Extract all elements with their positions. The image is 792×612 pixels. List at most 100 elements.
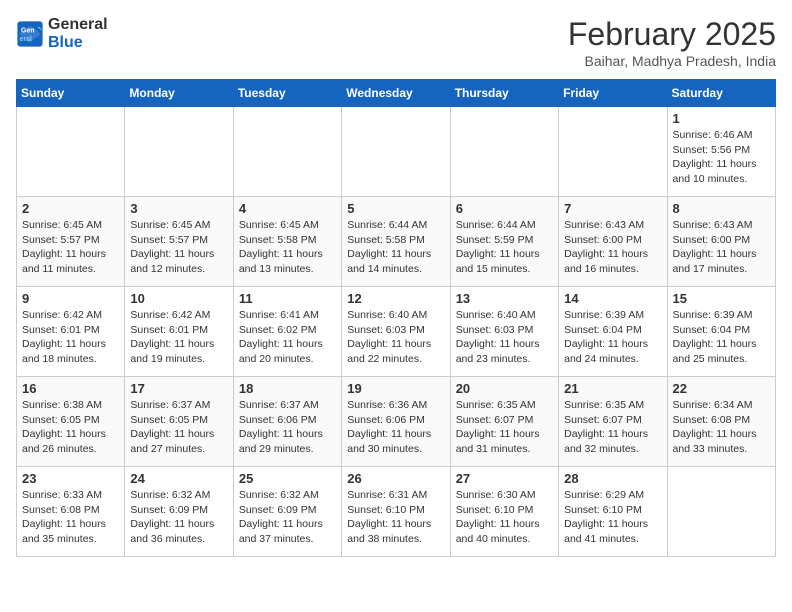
day-number: 17: [130, 381, 227, 396]
weekday-header-friday: Friday: [559, 80, 667, 107]
calendar-cell: 20 Sunrise: 6:35 AM Sunset: 6:07 PM Dayli…: [450, 377, 558, 467]
calendar-cell: 23 Sunrise: 6:33 AM Sunset: 6:08 PM Dayli…: [17, 467, 125, 557]
logo-blue: Blue: [48, 34, 108, 52]
day-info: Sunrise: 6:45 AM Sunset: 5:58 PM Dayligh…: [239, 218, 336, 277]
day-info: Sunrise: 6:41 AM Sunset: 6:02 PM Dayligh…: [239, 308, 336, 367]
calendar-week-5: 23 Sunrise: 6:33 AM Sunset: 6:08 PM Dayli…: [17, 467, 776, 557]
calendar-cell: 12 Sunrise: 6:40 AM Sunset: 6:03 PM Dayli…: [342, 287, 450, 377]
calendar-cell: 16 Sunrise: 6:38 AM Sunset: 6:05 PM Dayli…: [17, 377, 125, 467]
calendar-cell: 4Sunrise: 6:45 AM Sunset: 5:58 PM Daylig…: [233, 197, 341, 287]
calendar-cell: 25Sunrise: 6:32 AM Sunset: 6:09 PM Dayli…: [233, 467, 341, 557]
day-number: 1: [673, 111, 770, 126]
day-info: Sunrise: 6:35 AM Sunset: 6:07 PM Dayligh…: [564, 398, 661, 457]
svg-text:eral: eral: [20, 36, 33, 43]
day-number: 12: [347, 291, 444, 306]
day-info: Sunrise: 6:44 AM Sunset: 5:59 PM Dayligh…: [456, 218, 553, 277]
day-number: 14: [564, 291, 661, 306]
day-number: 18: [239, 381, 336, 396]
calendar-cell: 15Sunrise: 6:39 AM Sunset: 6:04 PM Dayli…: [667, 287, 775, 377]
day-info: Sunrise: 6:36 AM Sunset: 6:06 PM Dayligh…: [347, 398, 444, 457]
calendar-cell: 8 Sunrise: 6:43 AM Sunset: 6:00 PM Daylig…: [667, 197, 775, 287]
day-number: 27: [456, 471, 553, 486]
day-number: 6: [456, 201, 553, 216]
calendar-cell: 10 Sunrise: 6:42 AM Sunset: 6:01 PM Dayli…: [125, 287, 233, 377]
logo-general: General: [48, 16, 108, 34]
weekday-header-wednesday: Wednesday: [342, 80, 450, 107]
calendar-cell: 13 Sunrise: 6:40 AM Sunset: 6:03 PM Dayli…: [450, 287, 558, 377]
day-info: Sunrise: 6:29 AM Sunset: 6:10 PM Dayligh…: [564, 488, 661, 547]
calendar-cell: 22 Sunrise: 6:34 AM Sunset: 6:08 PM Dayli…: [667, 377, 775, 467]
calendar-cell: 21Sunrise: 6:35 AM Sunset: 6:07 PM Dayli…: [559, 377, 667, 467]
calendar-cell: [342, 107, 450, 197]
calendar-week-2: 2 Sunrise: 6:45 AM Sunset: 5:57 PM Daylig…: [17, 197, 776, 287]
calendar-cell: 19 Sunrise: 6:36 AM Sunset: 6:06 PM Dayli…: [342, 377, 450, 467]
weekday-header-saturday: Saturday: [667, 80, 775, 107]
day-info: Sunrise: 6:34 AM Sunset: 6:08 PM Dayligh…: [673, 398, 770, 457]
day-info: Sunrise: 6:35 AM Sunset: 6:07 PM Dayligh…: [456, 398, 553, 457]
day-info: Sunrise: 6:30 AM Sunset: 6:10 PM Dayligh…: [456, 488, 553, 547]
weekday-header-thursday: Thursday: [450, 80, 558, 107]
calendar-cell: 3 Sunrise: 6:45 AM Sunset: 5:57 PM Daylig…: [125, 197, 233, 287]
weekday-header-tuesday: Tuesday: [233, 80, 341, 107]
day-info: Sunrise: 6:33 AM Sunset: 6:08 PM Dayligh…: [22, 488, 119, 547]
day-number: 16: [22, 381, 119, 396]
calendar-cell: 24Sunrise: 6:32 AM Sunset: 6:09 PM Dayli…: [125, 467, 233, 557]
calendar-cell: [450, 107, 558, 197]
calendar-cell: 2 Sunrise: 6:45 AM Sunset: 5:57 PM Daylig…: [17, 197, 125, 287]
calendar-body: 1 Sunrise: 6:46 AM Sunset: 5:56 PM Daylig…: [17, 107, 776, 557]
day-number: 13: [456, 291, 553, 306]
day-info: Sunrise: 6:45 AM Sunset: 5:57 PM Dayligh…: [22, 218, 119, 277]
day-number: 3: [130, 201, 227, 216]
weekday-header-monday: Monday: [125, 80, 233, 107]
day-info: Sunrise: 6:38 AM Sunset: 6:05 PM Dayligh…: [22, 398, 119, 457]
day-info: Sunrise: 6:45 AM Sunset: 5:57 PM Dayligh…: [130, 218, 227, 277]
day-number: 2: [22, 201, 119, 216]
calendar-cell: 17 Sunrise: 6:37 AM Sunset: 6:05 PM Dayli…: [125, 377, 233, 467]
calendar-header: SundayMondayTuesdayWednesdayThursdayFrid…: [17, 80, 776, 107]
weekday-header-sunday: Sunday: [17, 80, 125, 107]
day-number: 20: [456, 381, 553, 396]
title-block: February 2025 Baihar, Madhya Pradesh, In…: [568, 16, 776, 69]
calendar-cell: [125, 107, 233, 197]
day-number: 7: [564, 201, 661, 216]
calendar-cell: [559, 107, 667, 197]
logo-text-block: General Blue: [48, 16, 108, 51]
svg-text:Gen: Gen: [21, 27, 35, 34]
calendar-cell: 1 Sunrise: 6:46 AM Sunset: 5:56 PM Daylig…: [667, 107, 775, 197]
day-info: Sunrise: 6:46 AM Sunset: 5:56 PM Dayligh…: [673, 128, 770, 187]
day-info: Sunrise: 6:37 AM Sunset: 6:05 PM Dayligh…: [130, 398, 227, 457]
day-number: 26: [347, 471, 444, 486]
logo: Gen eral General Blue: [16, 16, 108, 51]
weekday-row: SundayMondayTuesdayWednesdayThursdayFrid…: [17, 80, 776, 107]
calendar-cell: 11 Sunrise: 6:41 AM Sunset: 6:02 PM Dayli…: [233, 287, 341, 377]
location-subtitle: Baihar, Madhya Pradesh, India: [568, 53, 776, 69]
day-number: 19: [347, 381, 444, 396]
calendar-week-1: 1 Sunrise: 6:46 AM Sunset: 5:56 PM Daylig…: [17, 107, 776, 197]
day-info: Sunrise: 6:32 AM Sunset: 6:09 PM Dayligh…: [239, 488, 336, 547]
day-number: 9: [22, 291, 119, 306]
day-info: Sunrise: 6:40 AM Sunset: 6:03 PM Dayligh…: [347, 308, 444, 367]
day-number: 11: [239, 291, 336, 306]
day-number: 28: [564, 471, 661, 486]
day-number: 8: [673, 201, 770, 216]
day-info: Sunrise: 6:39 AM Sunset: 6:04 PM Dayligh…: [673, 308, 770, 367]
month-title: February 2025: [568, 16, 776, 53]
calendar-cell: 5Sunrise: 6:44 AM Sunset: 5:58 PM Daylig…: [342, 197, 450, 287]
calendar-cell: [667, 467, 775, 557]
day-number: 10: [130, 291, 227, 306]
calendar-cell: [17, 107, 125, 197]
calendar-cell: 6 Sunrise: 6:44 AM Sunset: 5:59 PM Daylig…: [450, 197, 558, 287]
day-number: 24: [130, 471, 227, 486]
day-info: Sunrise: 6:39 AM Sunset: 6:04 PM Dayligh…: [564, 308, 661, 367]
page-header: Gen eral General Blue February 2025 Baih…: [16, 16, 776, 69]
day-number: 23: [22, 471, 119, 486]
day-info: Sunrise: 6:42 AM Sunset: 6:01 PM Dayligh…: [130, 308, 227, 367]
day-info: Sunrise: 6:43 AM Sunset: 6:00 PM Dayligh…: [673, 218, 770, 277]
calendar-cell: 26Sunrise: 6:31 AM Sunset: 6:10 PM Dayli…: [342, 467, 450, 557]
day-info: Sunrise: 6:37 AM Sunset: 6:06 PM Dayligh…: [239, 398, 336, 457]
calendar-cell: 14 Sunrise: 6:39 AM Sunset: 6:04 PM Dayli…: [559, 287, 667, 377]
calendar-table: SundayMondayTuesdayWednesdayThursdayFrid…: [16, 79, 776, 557]
day-info: Sunrise: 6:44 AM Sunset: 5:58 PM Dayligh…: [347, 218, 444, 277]
day-info: Sunrise: 6:40 AM Sunset: 6:03 PM Dayligh…: [456, 308, 553, 367]
day-number: 22: [673, 381, 770, 396]
